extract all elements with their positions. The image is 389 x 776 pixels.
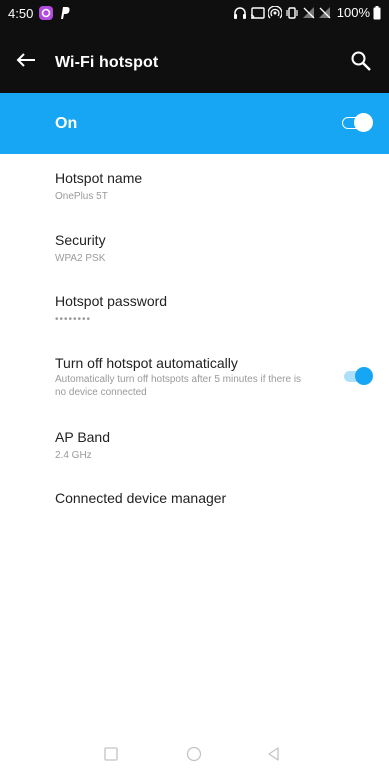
search-icon: [351, 51, 371, 71]
home-button[interactable]: [182, 742, 206, 766]
setting-title: Turn off hotspot automatically: [55, 355, 238, 371]
setting-summary: ••••••••: [55, 314, 92, 325]
recents-button[interactable]: [99, 742, 123, 766]
app-notification-icon: [39, 6, 53, 20]
navigation-bar: [0, 732, 389, 776]
setting-title: AP Band: [55, 429, 111, 445]
search-button[interactable]: [350, 50, 372, 72]
setting-summary: WPA2 PSK: [55, 253, 106, 264]
back-arrow-icon: [16, 53, 35, 67]
setting-title: Connected device manager: [55, 490, 227, 506]
status-notification-icons: [38, 5, 72, 21]
toggle-thumb: [355, 367, 373, 385]
setting-ap-band[interactable]: AP Band 2.4 GHz: [0, 429, 389, 479]
setting-summary: Automatically turn off hotspots after 5 …: [55, 374, 302, 398]
battery-icon: [373, 5, 381, 19]
cast-icon: [250, 6, 265, 19]
back-triangle-icon: [268, 747, 279, 761]
no-signal-icon-2: [318, 7, 331, 19]
auto-turn-off-toggle[interactable]: [344, 366, 374, 386]
setting-summary: 2.4 GHz: [55, 450, 92, 461]
headset-icon: [233, 6, 246, 19]
no-signal-icon: [302, 7, 315, 19]
hotspot-icon: [267, 5, 282, 18]
setting-summary: OnePlus 5T: [55, 191, 108, 202]
setting-title: Hotspot name: [55, 170, 143, 186]
status-system-icons: 100%: [233, 5, 381, 20]
app-bar: Wi-Fi hotspot: [0, 26, 389, 93]
status-bar: 4:50 100%: [0, 0, 389, 26]
toggle-thumb: [354, 113, 373, 132]
master-switch-label: On: [55, 115, 78, 132]
setting-auto-turn-off[interactable]: Turn off hotspot automatically Automatic…: [0, 355, 389, 415]
recents-square-icon: [104, 747, 118, 761]
setting-title: Hotspot password: [55, 293, 168, 309]
back-button[interactable]: [12, 46, 40, 74]
home-circle-icon: [186, 746, 202, 762]
hotspot-master-switch-bar[interactable]: On: [0, 93, 389, 154]
setting-security[interactable]: Security WPA2 PSK: [0, 232, 389, 282]
setting-connected-device-manager[interactable]: Connected device manager: [0, 490, 389, 530]
paypal-notification-icon: [61, 7, 70, 19]
setting-hotspot-password[interactable]: Hotspot password ••••••••: [0, 293, 389, 343]
page-title: Wi-Fi hotspot: [55, 54, 159, 71]
setting-title: Security: [55, 232, 106, 248]
hotspot-master-toggle[interactable]: [342, 113, 373, 133]
battery-percent: 100%: [336, 5, 370, 20]
setting-hotspot-name[interactable]: Hotspot name OnePlus 5T: [0, 170, 389, 220]
status-time: 4:50: [8, 6, 34, 21]
back-nav-button[interactable]: [262, 742, 286, 766]
vibrate-icon: [286, 6, 298, 19]
